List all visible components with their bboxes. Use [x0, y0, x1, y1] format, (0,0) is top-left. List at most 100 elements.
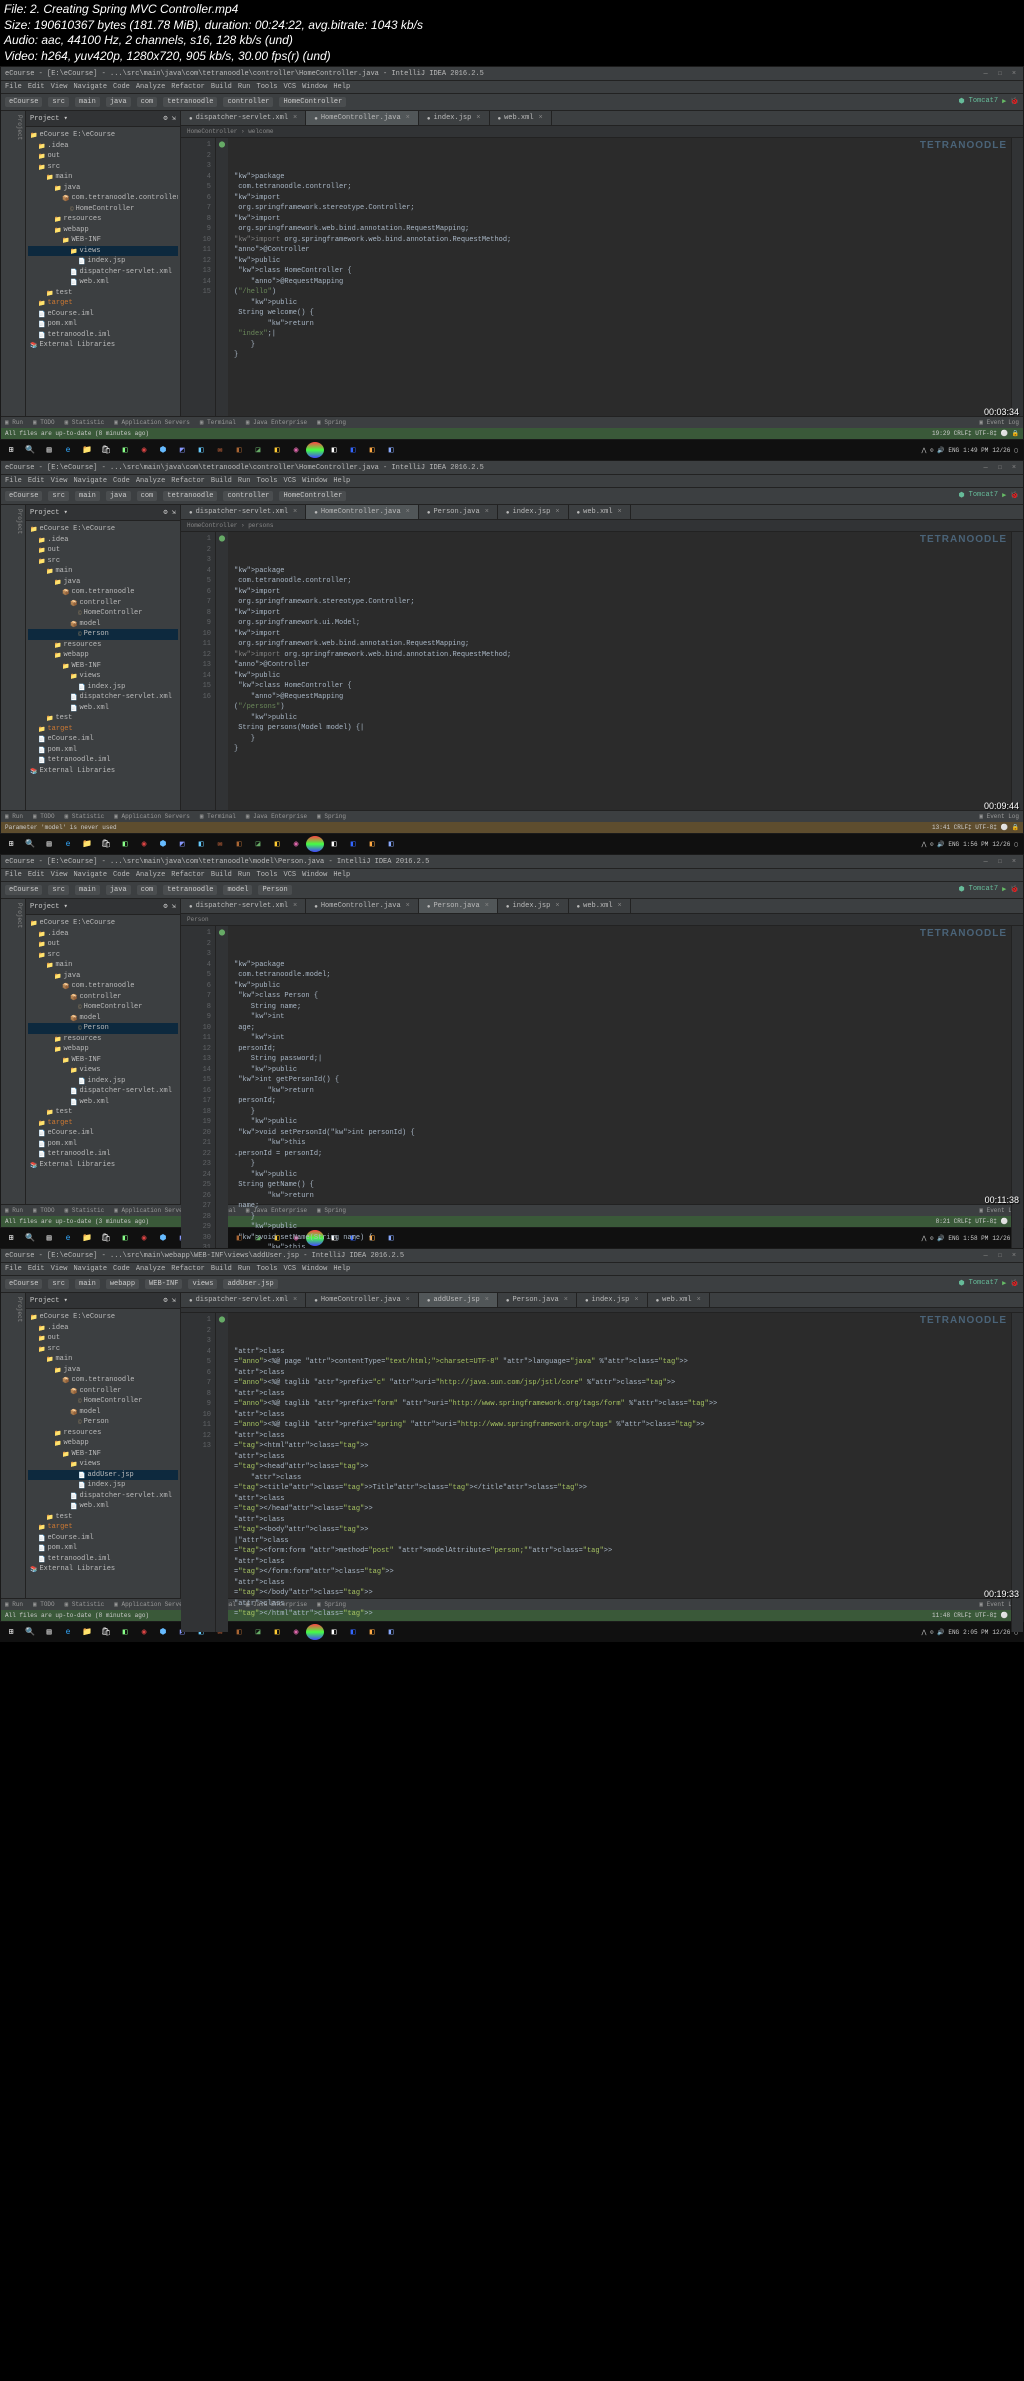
breadcrumb-item[interactable]: eCourse [5, 491, 42, 501]
close-icon[interactable]: × [564, 1296, 568, 1304]
menu-item[interactable]: Refactor [171, 83, 205, 91]
debug-icon[interactable]: 🐞 [1010, 885, 1019, 895]
menu-item[interactable]: Help [333, 83, 350, 91]
app-icon[interactable]: ✉ [211, 442, 229, 458]
tree-item[interactable]: 📄 index.jsp [28, 682, 178, 693]
edge-icon[interactable]: e [59, 442, 77, 458]
menu-item[interactable]: Run [238, 1265, 251, 1273]
edge-icon[interactable]: e [59, 836, 77, 852]
tree-item[interactable]: 📄 web.xml [28, 703, 178, 714]
tree-item[interactable]: 📄 dispatcher-servlet.xml [28, 1491, 178, 1502]
menu-item[interactable]: Navigate [73, 477, 107, 485]
tree-item[interactable]: 📁 views [28, 1065, 178, 1076]
menu-item[interactable]: Help [333, 1265, 350, 1273]
breadcrumb-item[interactable]: com [137, 97, 158, 107]
breadcrumb-item[interactable]: HomeController [279, 491, 346, 501]
tool-window-button[interactable]: ▣ TODO [33, 1207, 55, 1214]
editor-tab[interactable]: ● HomeController.java × [306, 505, 419, 519]
tree-item[interactable]: 📄 pom.xml [28, 1543, 178, 1554]
editor-tab[interactable]: ● HomeController.java × [306, 899, 419, 913]
search-icon[interactable]: 🔍 [21, 1230, 39, 1246]
breadcrumb-item[interactable]: src [48, 97, 69, 107]
explorer-icon[interactable]: 📁 [78, 1230, 96, 1246]
maximize-icon[interactable]: ☐ [995, 463, 1005, 472]
tree-item[interactable]: © HomeController [28, 1396, 178, 1407]
tree-item[interactable]: © Person [28, 1417, 178, 1428]
app-icon[interactable]: ◉ [135, 1624, 153, 1640]
editor-tab[interactable]: ● web.xml × [569, 899, 631, 913]
tree-item[interactable]: 📄 index.jsp [28, 1480, 178, 1491]
app-icon[interactable]: ⬢ [154, 1624, 172, 1640]
tree-item[interactable]: 📚 External Libraries [28, 1160, 178, 1171]
close-icon[interactable]: × [406, 508, 410, 516]
start-button[interactable]: ⊞ [2, 1624, 20, 1640]
tool-window-button[interactable]: ▣ Application Servers [114, 419, 190, 426]
breadcrumb-item[interactable]: model [223, 885, 252, 895]
tool-window-button[interactable]: ▣ TODO [33, 1601, 55, 1608]
breadcrumb-item[interactable]: HomeController [279, 97, 346, 107]
tree-item[interactable]: 📁 test [28, 713, 178, 724]
menu-item[interactable]: Window [302, 1265, 327, 1273]
breadcrumb-item[interactable]: tetranoodle [163, 885, 217, 895]
tray-icons[interactable]: ⋀ ⊙ 🔊 ENG [922, 447, 960, 454]
close-icon[interactable]: × [697, 1296, 701, 1304]
menu-item[interactable]: Edit [28, 83, 45, 91]
breadcrumb-item[interactable]: tetranoodle [163, 491, 217, 501]
tree-item[interactable]: 📁 main [28, 566, 178, 577]
app-icon[interactable]: ◧ [268, 442, 286, 458]
breadcrumb-item[interactable]: main [75, 491, 100, 501]
breadcrumb-item[interactable]: eCourse [5, 97, 42, 107]
clock-date[interactable]: 12/26 [992, 841, 1010, 848]
tool-window-button[interactable]: ▣ TODO [33, 419, 55, 426]
menu-item[interactable]: Build [211, 477, 232, 485]
editor-tab[interactable]: ● HomeController.java × [306, 111, 419, 125]
menu-item[interactable]: Analyze [136, 477, 165, 485]
run-icon[interactable]: ▶ [1002, 491, 1006, 501]
tree-item[interactable]: 📄 dispatcher-servlet.xml [28, 267, 178, 278]
tree-item[interactable]: 📁 target [28, 724, 178, 735]
app-icon[interactable]: ◧ [325, 836, 343, 852]
menu-item[interactable]: VCS [284, 871, 297, 879]
tree-item[interactable]: 📦 model [28, 619, 178, 630]
close-icon[interactable]: × [1009, 70, 1019, 78]
debug-icon[interactable]: 🐞 [1010, 1279, 1019, 1289]
tree-item[interactable]: 📄 eCourse.iml [28, 734, 178, 745]
app-icon[interactable]: ◧ [325, 442, 343, 458]
close-icon[interactable]: × [406, 1296, 410, 1304]
store-icon[interactable]: 🛍 [97, 1624, 115, 1640]
menu-item[interactable]: Refactor [171, 1265, 205, 1273]
app-icon[interactable] [306, 442, 324, 458]
tree-item[interactable]: 📄 tetranoodle.iml [28, 1149, 178, 1160]
app-icon[interactable]: ◧ [382, 836, 400, 852]
menu-item[interactable]: File [5, 477, 22, 485]
tree-item[interactable]: 📦 controller [28, 992, 178, 1003]
menu-item[interactable]: File [5, 83, 22, 91]
search-icon[interactable]: 🔍 [21, 442, 39, 458]
app-icon[interactable]: ◉ [135, 442, 153, 458]
tool-window-button[interactable]: ▣ Java Enterprise [246, 813, 307, 820]
tree-item[interactable]: 📚 External Libraries [28, 1564, 178, 1575]
tree-item[interactable]: 📦 com.tetranoodle [28, 587, 178, 598]
tree-item[interactable]: 📁 .idea [28, 929, 178, 940]
menu-item[interactable]: Run [238, 83, 251, 91]
tree-item[interactable]: 📁 target [28, 1118, 178, 1129]
menu-item[interactable]: Code [113, 1265, 130, 1273]
run-config[interactable]: ⬢ Tomcat7 ▶ 🐞 [959, 885, 1019, 895]
editor-tab[interactable]: ● dispatcher-servlet.xml × [181, 899, 306, 913]
tool-window-button[interactable]: ▣ Terminal [200, 419, 236, 426]
app-icon[interactable]: ◧ [382, 442, 400, 458]
menu-item[interactable]: VCS [284, 1265, 297, 1273]
tool-window-button[interactable]: ▣ Application Servers [114, 1207, 190, 1214]
tool-window-button[interactable]: ▣ Statistic [65, 1601, 105, 1608]
menu-item[interactable]: Tools [257, 83, 278, 91]
close-icon[interactable]: × [485, 1296, 489, 1304]
menu-item[interactable]: Code [113, 83, 130, 91]
task-view-icon[interactable]: ▤ [40, 1624, 58, 1640]
tree-item[interactable]: 📄 index.jsp [28, 1076, 178, 1087]
start-button[interactable]: ⊞ [2, 442, 20, 458]
minimize-icon[interactable]: — [981, 464, 991, 472]
close-icon[interactable]: × [293, 114, 297, 122]
edge-icon[interactable]: e [59, 1624, 77, 1640]
close-icon[interactable]: × [485, 508, 489, 516]
editor-tab[interactable]: ● index.jsp × [498, 899, 569, 913]
